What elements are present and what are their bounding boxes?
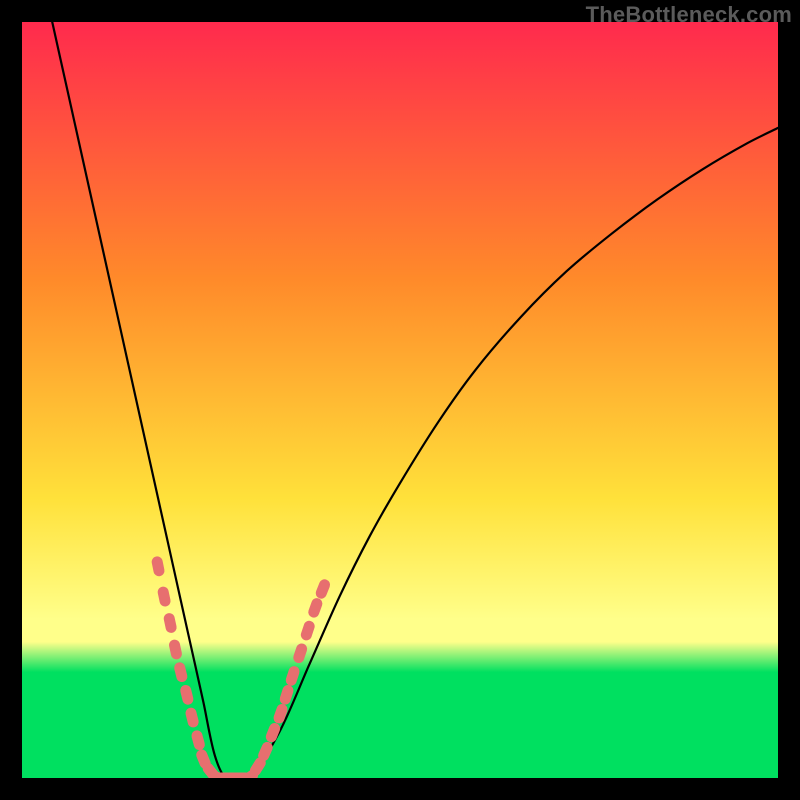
bottleneck-chart xyxy=(22,22,778,778)
outer-frame: TheBottleneck.com xyxy=(0,0,800,800)
watermark-label: TheBottleneck.com xyxy=(586,2,792,28)
